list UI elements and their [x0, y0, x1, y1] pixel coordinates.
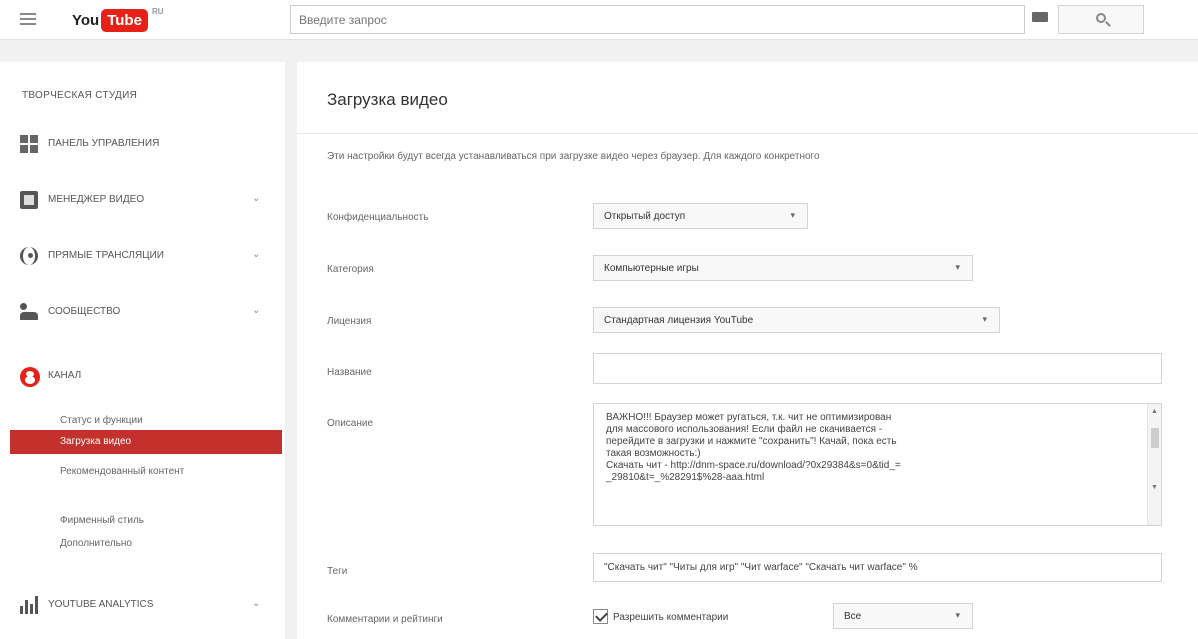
comments-value: Все — [844, 611, 862, 622]
search-button[interactable] — [1058, 5, 1144, 34]
sidebar-subitem-advanced[interactable]: Дополнительно — [60, 538, 132, 549]
logo-tube-text: Tube — [101, 8, 148, 32]
chevron-down-icon[interactable]: ⌄ — [252, 305, 260, 316]
scroll-down-icon[interactable]: ▼ — [1151, 484, 1158, 491]
chevron-down-icon[interactable]: ⌄ — [252, 598, 260, 609]
description-textarea[interactable]: ВАЖНО!!! Браузер может ругаться, т.к. чи… — [593, 403, 1162, 526]
sidebar-item-label: ПРЯМЫЕ ТРАНСЛЯЦИИ — [48, 250, 164, 261]
youtube-logo[interactable]: You Tube RU — [72, 7, 164, 33]
comments-label: Комментарии и рейтинги — [327, 614, 443, 625]
video-manager-icon — [20, 191, 38, 209]
description-label: Описание — [327, 418, 374, 429]
sidebar-subitem-upload-defaults[interactable]: Загрузка видео — [10, 430, 282, 454]
sidebar-subitem-label: Загрузка видео — [60, 436, 132, 447]
sidebar-item-community[interactable]: СООБЩЕСТВО ⌄ — [0, 292, 285, 332]
privacy-value: Открытый доступ — [604, 211, 686, 222]
comments-select[interactable]: Все ▾ — [833, 603, 973, 629]
sidebar-title: ТВОРЧЕСКАЯ СТУДИЯ — [22, 90, 138, 101]
sidebar-item-video-manager[interactable]: МЕНЕДЖЕР ВИДЕО ⌄ — [0, 180, 285, 220]
privacy-select[interactable]: Открытый доступ ▾ — [593, 203, 808, 229]
privacy-label: Конфиденциальность — [327, 212, 429, 223]
community-icon — [20, 303, 38, 321]
sidebar: ТВОРЧЕСКАЯ СТУДИЯ ПАНЕЛЬ УПРАВЛЕНИЯ МЕНЕ… — [0, 62, 285, 639]
sidebar-item-channel[interactable]: КАНАЛ — [0, 356, 285, 396]
sidebar-subitem-branding[interactable]: Фирменный стиль — [60, 515, 144, 526]
license-value: Стандартная лицензия YouTube — [604, 315, 754, 326]
search-input[interactable] — [291, 6, 1024, 33]
allow-comments-checkbox[interactable] — [593, 609, 608, 624]
chevron-down-icon: ▾ — [982, 314, 987, 324]
allow-comments-label[interactable]: Разрешить комментарии — [613, 612, 728, 623]
tags-text: "Скачать чит" "Читы для игр" "Чит warfac… — [604, 562, 918, 573]
sidebar-item-label: ПАНЕЛЬ УПРАВЛЕНИЯ — [48, 138, 160, 149]
page-title: Загрузка видео — [327, 90, 448, 109]
sidebar-item-label: КАНАЛ — [48, 370, 82, 381]
title-label: Название — [327, 367, 372, 378]
sidebar-item-analytics[interactable]: YOUTUBE ANALYTICS ⌄ — [0, 585, 285, 625]
search-box — [290, 5, 1025, 34]
scroll-thumb[interactable] — [1151, 428, 1159, 448]
top-bar: You Tube RU — [0, 0, 1198, 40]
category-value: Компьютерные игры — [604, 263, 699, 274]
description-text: ВАЖНО!!! Браузер может ругаться, т.к. чи… — [606, 412, 901, 483]
intro-text: Эти настройки будут всегда устанавливать… — [327, 151, 820, 162]
sidebar-item-label: МЕНЕДЖЕР ВИДЕО — [48, 194, 145, 205]
license-select[interactable]: Стандартная лицензия YouTube ▾ — [593, 307, 1000, 333]
chevron-down-icon: ▾ — [790, 210, 795, 220]
hamburger-menu-icon[interactable] — [20, 13, 36, 25]
dashboard-icon — [20, 135, 38, 153]
sidebar-item-dashboard[interactable]: ПАНЕЛЬ УПРАВЛЕНИЯ — [0, 124, 285, 164]
chevron-down-icon: ▾ — [955, 262, 960, 272]
chevron-down-icon: ▾ — [955, 610, 960, 620]
chevron-down-icon[interactable]: ⌄ — [252, 193, 260, 204]
chevron-down-icon[interactable]: ⌄ — [252, 249, 260, 260]
sidebar-subitem-featured[interactable]: Рекомендованный контент — [60, 466, 184, 477]
sidebar-item-label: YOUTUBE ANALYTICS — [48, 599, 154, 610]
description-scrollbar[interactable]: ▲ ▼ — [1147, 404, 1161, 525]
category-label: Категория — [327, 264, 374, 275]
scroll-up-icon[interactable]: ▲ — [1151, 408, 1158, 415]
category-select[interactable]: Компьютерные игры ▾ — [593, 255, 973, 281]
search-icon — [1096, 13, 1106, 23]
live-icon — [20, 247, 38, 265]
main-panel: Загрузка видео Эти настройки будут всегд… — [297, 62, 1198, 639]
tags-input[interactable]: "Скачать чит" "Читы для игр" "Чит warfac… — [593, 553, 1162, 582]
title-input[interactable] — [593, 353, 1162, 384]
tags-label: Теги — [327, 566, 348, 577]
logo-you-text: You — [72, 11, 100, 29]
channel-icon — [20, 367, 40, 387]
keyboard-icon[interactable] — [1032, 12, 1048, 22]
analytics-icon — [20, 596, 38, 614]
title-divider — [297, 133, 1198, 134]
sidebar-item-label: СООБЩЕСТВО — [48, 306, 121, 317]
license-label: Лицензия — [327, 316, 372, 327]
logo-region-text: RU — [151, 7, 164, 16]
sidebar-subitem-status[interactable]: Статус и функции — [60, 415, 143, 426]
sidebar-item-live[interactable]: ПРЯМЫЕ ТРАНСЛЯЦИИ ⌄ — [0, 236, 285, 276]
